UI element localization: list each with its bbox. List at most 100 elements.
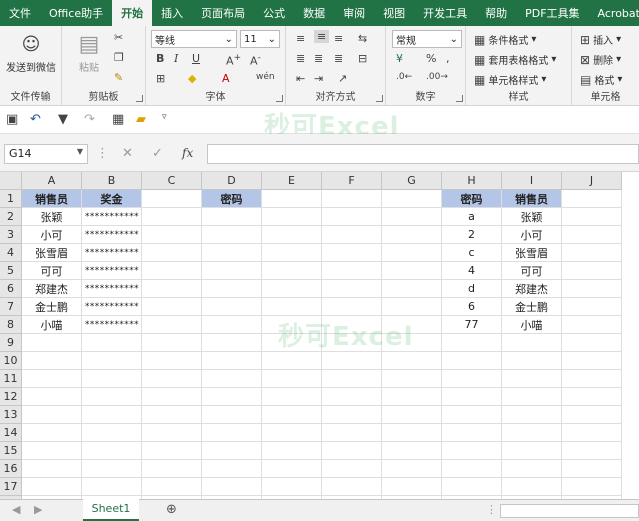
cell-d4[interactable] xyxy=(202,244,262,262)
cell-f16[interactable] xyxy=(322,460,382,478)
cancel-icon[interactable]: ✕ xyxy=(122,146,133,161)
align-top-icon[interactable]: ≡ xyxy=(296,32,305,45)
cell-i11[interactable] xyxy=(502,370,562,388)
conditional-format-button[interactable]: ▦ 条件格式 ▾ xyxy=(474,32,536,48)
cell-g6[interactable] xyxy=(382,280,442,298)
cell-h16[interactable] xyxy=(442,460,502,478)
cell-j12[interactable] xyxy=(562,388,622,406)
cell-f17[interactable] xyxy=(322,478,382,496)
cell-j17[interactable] xyxy=(562,478,622,496)
horizontal-scrollbar[interactable] xyxy=(500,504,639,518)
cell-i2[interactable]: 张颖 xyxy=(502,208,562,226)
phonetic-icon[interactable]: wén xyxy=(256,72,275,82)
cell-e2[interactable] xyxy=(262,208,322,226)
column-header-c[interactable]: C xyxy=(142,172,202,190)
cell-d3[interactable] xyxy=(202,226,262,244)
cell-j5[interactable] xyxy=(562,262,622,280)
percent-icon[interactable]: % xyxy=(426,52,436,65)
cell-e12[interactable] xyxy=(262,388,322,406)
tab-0[interactable]: 文件 xyxy=(0,0,40,26)
cell-h4[interactable]: c xyxy=(442,244,502,262)
cell-c11[interactable] xyxy=(142,370,202,388)
column-header-g[interactable]: G xyxy=(382,172,442,190)
cell-c4[interactable] xyxy=(142,244,202,262)
cell-b11[interactable] xyxy=(82,370,142,388)
cell-h1[interactable]: 密码 xyxy=(442,190,502,208)
cell-c9[interactable] xyxy=(142,334,202,352)
row-header-9[interactable]: 9 xyxy=(0,334,22,352)
decrease-decimal-icon[interactable]: .00→ xyxy=(426,72,448,82)
row-header-4[interactable]: 4 xyxy=(0,244,22,262)
cell-b17[interactable] xyxy=(82,478,142,496)
cell-i15[interactable] xyxy=(502,442,562,460)
cell-h10[interactable] xyxy=(442,352,502,370)
cell-e6[interactable] xyxy=(262,280,322,298)
send-to-wechat-button[interactable]: ☺ 发送到微信 xyxy=(4,34,58,74)
row-header-15[interactable]: 15 xyxy=(0,442,22,460)
cell-e16[interactable] xyxy=(262,460,322,478)
cell-g16[interactable] xyxy=(382,460,442,478)
row-header-11[interactable]: 11 xyxy=(0,370,22,388)
cell-i13[interactable] xyxy=(502,406,562,424)
cell-i16[interactable] xyxy=(502,460,562,478)
column-header-d[interactable]: D xyxy=(202,172,262,190)
select-all-corner[interactable] xyxy=(0,172,22,190)
cell-h7[interactable]: 6 xyxy=(442,298,502,316)
cell-a16[interactable] xyxy=(22,460,82,478)
cell-j16[interactable] xyxy=(562,460,622,478)
cell-e7[interactable] xyxy=(262,298,322,316)
cell-c15[interactable] xyxy=(142,442,202,460)
cell-a1[interactable]: 销售员 xyxy=(22,190,82,208)
tab-12[interactable]: Acrobat xyxy=(589,0,639,26)
align-right-icon[interactable]: ≣ xyxy=(334,52,343,65)
cell-i1[interactable]: 销售员 xyxy=(502,190,562,208)
tab-6[interactable]: 数据 xyxy=(294,0,334,26)
increase-indent-icon[interactable]: ⇥ xyxy=(314,72,323,85)
cell-d10[interactable] xyxy=(202,352,262,370)
cell-c13[interactable] xyxy=(142,406,202,424)
cell-i3[interactable]: 小可 xyxy=(502,226,562,244)
delete-cells-button[interactable]: ⊠ 删除 ▾ xyxy=(580,52,621,68)
cell-i10[interactable] xyxy=(502,352,562,370)
format-as-table-button[interactable]: ▦ 套用表格格式 ▾ xyxy=(474,52,556,68)
cell-b8[interactable]: *********** xyxy=(82,316,142,334)
cell-a15[interactable] xyxy=(22,442,82,460)
cell-e1[interactable] xyxy=(262,190,322,208)
cell-g15[interactable] xyxy=(382,442,442,460)
tab-3[interactable]: 插入 xyxy=(152,0,192,26)
cell-a8[interactable]: 小喵 xyxy=(22,316,82,334)
orientation-icon[interactable]: ↗ xyxy=(338,72,347,85)
cell-a6[interactable]: 郑建杰 xyxy=(22,280,82,298)
cell-g7[interactable] xyxy=(382,298,442,316)
cell-e14[interactable] xyxy=(262,424,322,442)
decrease-indent-icon[interactable]: ⇤ xyxy=(296,72,305,85)
italic-icon[interactable]: I xyxy=(174,52,178,65)
cell-e11[interactable] xyxy=(262,370,322,388)
cell-a14[interactable] xyxy=(22,424,82,442)
alignment-launcher-icon[interactable] xyxy=(376,95,383,102)
row-header-13[interactable]: 13 xyxy=(0,406,22,424)
cell-e10[interactable] xyxy=(262,352,322,370)
clipboard-launcher-icon[interactable] xyxy=(136,95,143,102)
cell-j4[interactable] xyxy=(562,244,622,262)
tab-7[interactable]: 审阅 xyxy=(334,0,374,26)
cell-h3[interactable]: 2 xyxy=(442,226,502,244)
row-header-17[interactable]: 17 xyxy=(0,478,22,496)
format-painter-icon[interactable]: ✎ xyxy=(114,71,123,84)
insert-cells-button[interactable]: ⊞ 插入 ▾ xyxy=(580,32,621,48)
cell-f6[interactable] xyxy=(322,280,382,298)
cell-g4[interactable] xyxy=(382,244,442,262)
cell-g10[interactable] xyxy=(382,352,442,370)
cell-j3[interactable] xyxy=(562,226,622,244)
cell-j6[interactable] xyxy=(562,280,622,298)
cell-g11[interactable] xyxy=(382,370,442,388)
cell-b7[interactable]: *********** xyxy=(82,298,142,316)
tab-2[interactable]: 开始 xyxy=(112,0,153,26)
cell-f10[interactable] xyxy=(322,352,382,370)
row-header-1[interactable]: 1 xyxy=(0,190,22,208)
cell-j14[interactable] xyxy=(562,424,622,442)
cell-j2[interactable] xyxy=(562,208,622,226)
cell-d16[interactable] xyxy=(202,460,262,478)
cell-e15[interactable] xyxy=(262,442,322,460)
row-header-16[interactable]: 16 xyxy=(0,460,22,478)
